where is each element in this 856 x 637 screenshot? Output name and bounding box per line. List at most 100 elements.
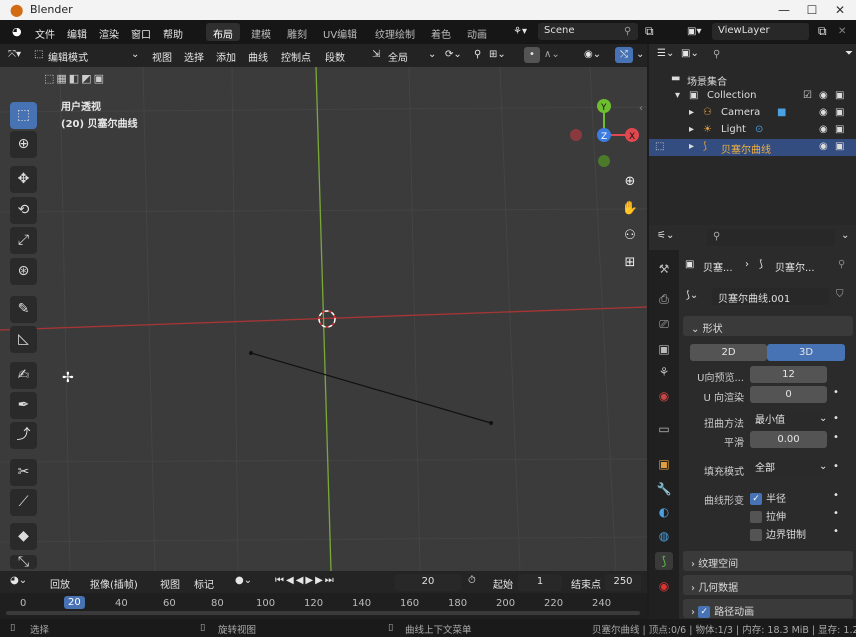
output-tab-icon[interactable]: ⎚ (655, 315, 673, 333)
fake-user-shield-icon[interactable]: ⛉ (836, 289, 844, 300)
zoom-icon[interactable]: ⊕ (619, 171, 641, 193)
timeline-editor-icon[interactable]: ◕⌄ (10, 575, 27, 586)
mode-selector[interactable]: 编辑模式 (48, 49, 88, 64)
object-tab-icon[interactable]: ▣ (655, 455, 673, 473)
close-button[interactable]: ✕ (826, 1, 854, 19)
keyframe-dot-icon[interactable]: • (833, 508, 839, 519)
geometry-section[interactable]: › 几何数据 (683, 575, 853, 595)
twist-method-select[interactable]: 最小值 (750, 412, 827, 429)
physics-tab-icon[interactable]: ◍ (655, 527, 673, 545)
rotate-tool-icon[interactable]: ⟲ (10, 197, 37, 224)
modifiers-tab-icon[interactable]: 🔧 (655, 480, 673, 498)
stretch-checkbox[interactable]: 拉伸 (750, 508, 786, 523)
path-animation-section[interactable]: › ✓ 路径动画 (683, 599, 853, 618)
camera-render-icon[interactable]: ▣ (835, 107, 844, 118)
checkbox-checked-icon[interactable]: ✓ (698, 606, 711, 618)
select-mode-buttons[interactable]: ⬚▦◧◩▣ (44, 72, 126, 86)
world-tab-icon[interactable]: ◉ (655, 387, 673, 405)
texture-space-section[interactable]: › 纹理空间 (683, 551, 853, 571)
outliner-row-light[interactable]: ▸ ☀ Light ⊙ ◉ ▣ (649, 122, 856, 139)
workspace-tab-layout[interactable]: 布局 (206, 23, 240, 41)
workspace-tab-modeling[interactable]: 建模 (244, 23, 278, 41)
transform-tool-icon[interactable]: ⊛ (10, 258, 37, 285)
workspace-tab-sculpt[interactable]: 雕刻 (280, 23, 314, 41)
menu-curve[interactable]: 曲线 (248, 49, 268, 64)
chevron-down-icon[interactable]: ⌄ (131, 49, 139, 60)
keyframe-dot-icon[interactable]: • (833, 387, 839, 398)
keyframe-dot-icon[interactable]: • (833, 526, 839, 537)
radius-checkbox[interactable]: ✓ 半径 (750, 490, 786, 505)
transform-orientation-selector[interactable]: 全局 (388, 49, 408, 64)
eye-icon[interactable]: ◉ (819, 141, 828, 152)
current-frame-field[interactable]: 20 (395, 574, 461, 591)
outliner-row-bezier-curve[interactable]: ⬚ ▸ ⟆ 贝塞尔曲线 ◉ ▣ (649, 139, 856, 156)
collection-tab-icon[interactable]: ▭ (655, 420, 673, 438)
new-view-layer-icon[interactable]: ⧉ (818, 24, 827, 39)
pan-hand-icon[interactable]: ✋ (619, 198, 641, 220)
menu-help[interactable]: 帮助 (163, 26, 183, 41)
include-checkbox-icon[interactable]: ☑ (803, 90, 812, 101)
workspace-tab-shading[interactable]: 着色 (424, 23, 458, 41)
display-mode-icon[interactable]: ▣⌄ (681, 48, 699, 59)
outliner-row-camera[interactable]: ▸ ⚇ Camera ■ ◉ ▣ (649, 105, 856, 122)
shrink-tool-icon[interactable]: ⤡ (10, 555, 37, 569)
transform-orientation-icon[interactable]: ⇲ (372, 49, 380, 60)
radius-tool-icon[interactable]: ✂ (10, 459, 37, 486)
3d-viewport[interactable]: ✢ ⬚▦◧◩▣ 用户透视 (20) 贝塞尔曲线 Y X Z ⊕ ✋ ⚇ ⊞ ‹ (0, 67, 647, 571)
randomize-tool-icon[interactable]: ◆ (10, 523, 37, 550)
camera-render-icon[interactable]: ▣ (835, 90, 844, 101)
timeline-scrollbar[interactable] (6, 611, 640, 615)
outliner-row-collection[interactable]: ▾ ▣ Collection ☑ ◉ ▣ (649, 88, 856, 105)
clock-icon[interactable]: ⏱ (468, 575, 476, 586)
measure-tool-icon[interactable]: ◺ (10, 326, 37, 353)
menu-render[interactable]: 渲染 (99, 26, 119, 41)
remove-view-layer-icon[interactable]: ✕ (838, 26, 846, 37)
pen-tool-icon[interactable]: ✒ (10, 392, 37, 419)
view-layer-selector[interactable]: ViewLayer (712, 23, 809, 40)
snap-icon[interactable]: ⚲ (474, 49, 481, 60)
tilt-tool-icon[interactable]: ⟋ (10, 489, 37, 516)
scale-tool-icon[interactable]: ⤢ (10, 227, 37, 254)
smooth-field[interactable]: 0.00 (750, 431, 827, 448)
clamp-checkbox[interactable]: 边界钳制 (750, 526, 806, 541)
properties-editor-icon[interactable]: ⚟⌄ (657, 230, 674, 241)
frame-ruler[interactable]: 0 20 40 60 80 100 120 140 160 180 200 22… (0, 593, 647, 619)
maximize-button[interactable]: ☐ (798, 1, 826, 19)
keyframe-dot-icon[interactable]: • (833, 461, 839, 472)
datablock-name-field[interactable]: 贝塞尔曲线.001 (712, 288, 830, 305)
eye-icon[interactable]: ◉ (819, 124, 828, 135)
xray-toggle-icon[interactable]: ⤭ (615, 47, 633, 63)
u-preview-field[interactable]: 12 (750, 366, 827, 383)
edit-mode-icon[interactable]: ⬚ (34, 49, 43, 60)
proportional-edit-icon[interactable]: • (524, 47, 540, 63)
new-scene-icon[interactable]: ⧉ (645, 24, 654, 39)
keyframe-dot-icon[interactable]: • (833, 432, 839, 443)
camera-render-icon[interactable]: ▣ (835, 124, 844, 135)
minimize-button[interactable]: — (770, 1, 798, 19)
keyframe-dot-icon[interactable]: • (833, 490, 839, 501)
expand-arrow-icon[interactable]: ▸ (689, 124, 694, 135)
record-icon[interactable]: ●⌄ (235, 575, 252, 586)
dimension-2d-button[interactable]: 2D (690, 344, 767, 361)
material-tab-icon[interactable]: ◉ (655, 577, 673, 595)
pin-icon[interactable]: ⚲ (838, 259, 845, 270)
u-render-field[interactable]: 0 (750, 386, 827, 403)
scene-tab-icon[interactable]: ⚘ (655, 363, 673, 381)
playback-controls-icon[interactable]: ⏮◀◀▶▶⏭ (275, 575, 336, 586)
chevron-down-icon[interactable]: ⌄ (428, 49, 436, 60)
chevron-down-icon[interactable]: ⌄ (636, 49, 644, 60)
menu-control-points[interactable]: 控制点 (281, 49, 311, 64)
scene-icon[interactable]: ⚘▾ (513, 26, 527, 37)
chevron-down-icon[interactable]: ⌄ (841, 230, 849, 241)
timeline-view-menu[interactable]: 视图 (160, 576, 180, 591)
navigation-gizmo[interactable]: Y X Z (564, 95, 644, 175)
annotate-tool-icon[interactable]: ✎ (10, 296, 37, 323)
expand-arrow-icon[interactable]: ▸ (689, 107, 694, 118)
menu-select[interactable]: 选择 (184, 49, 204, 64)
view-layer-tab-icon[interactable]: ▣ (655, 340, 673, 358)
properties-search-input[interactable]: ⚲ (707, 229, 835, 246)
tool-tab-icon[interactable]: ⚒ (655, 260, 673, 278)
draw-tool-icon[interactable]: ✍ (10, 362, 37, 389)
snap-target-icon[interactable]: ⊞⌄ (489, 49, 506, 60)
scene-selector[interactable]: Scene (538, 23, 638, 40)
